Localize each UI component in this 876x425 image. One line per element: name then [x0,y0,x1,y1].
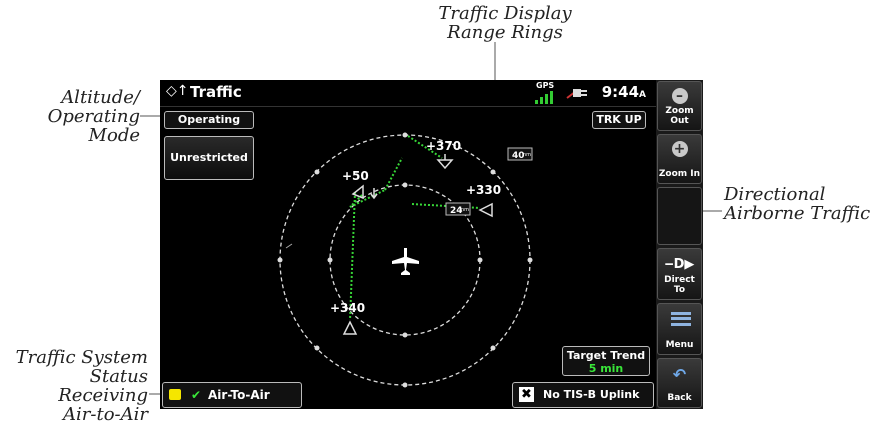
direct-to-label: Direct To [664,275,695,295]
traffic-symbol [478,202,493,218]
callout-line: Traffic System [15,347,148,368]
traffic-label: +340 [330,301,365,315]
traffic-status-icon [169,389,181,400]
empty-softkey [657,187,702,245]
zoom-out-label: Zoom Out [665,106,694,126]
target-trend-value: 5 min [588,362,624,375]
traffic-label: +370 [426,139,461,153]
callout-line: Mode [88,125,140,146]
menu-button[interactable]: Menu [657,303,702,355]
target-trend-label: Target Trend [566,349,646,362]
callout-line: Altitude/ [61,87,140,108]
target-trend-button[interactable]: Target Trend 5 min [562,346,650,376]
callout-line: Air-to-Air [63,404,148,425]
back-button[interactable]: ↶ Back [657,358,702,408]
zoom-in-button[interactable]: + Zoom In [657,134,702,184]
callout-directional-traffic: Directional Airborne Traffic [724,185,874,223]
callout-line: Directional [724,184,826,205]
callout-line: Status Receiving [58,366,148,406]
traffic-symbol [342,320,358,335]
range-unit-outer: nm [523,152,531,158]
direct-to-button[interactable]: ‒D▶ Direct To [657,248,702,300]
back-arrow-icon: ↶ [672,365,687,384]
callout-line: Operating [47,106,140,127]
traffic-label: +330 [466,183,501,197]
air-to-air-status: ✔ Air-To-Air [162,382,302,408]
x-mark-icon: ✖ [519,387,534,402]
callout-line: Range Rings [447,22,563,43]
callout-range-rings: Traffic Display Range Rings [430,4,580,42]
menu-icon [671,312,691,326]
zoom-out-button[interactable]: – Zoom Out [657,81,702,131]
tisb-label: No TIS-B Uplink [543,388,640,401]
back-label: Back [667,393,692,403]
ownship-icon [392,248,419,275]
callout-altitude-mode: Altitude/ Operating Mode [40,88,140,145]
minus-icon: – [671,88,688,104]
menu-label: Menu [665,340,694,350]
plus-icon: + [671,141,688,157]
callout-line: Traffic Display [438,3,572,24]
range-unit-inner: nm [461,207,469,213]
zoom-in-label: Zoom In [658,169,701,179]
traffic-label: +50 [342,169,369,183]
traffic-trend-line [384,157,403,191]
traffic-screen: ◇↑ Traffic GPS 9:44A Operating Unrestric… [160,80,656,409]
softkey-bar: – Zoom Out + Zoom In ‒D▶ Direct To Menu … [656,80,703,409]
air-to-air-label: Air-To-Air [208,388,270,402]
direct-to-icon: ‒D▶ [664,257,695,272]
callout-system-status: Traffic System Status Receiving Air-to-A… [0,348,148,424]
tisb-status: ✖ No TIS-B Uplink [512,382,654,408]
callout-line: Airborne Traffic [724,203,871,224]
check-icon: ✔ [191,388,202,402]
